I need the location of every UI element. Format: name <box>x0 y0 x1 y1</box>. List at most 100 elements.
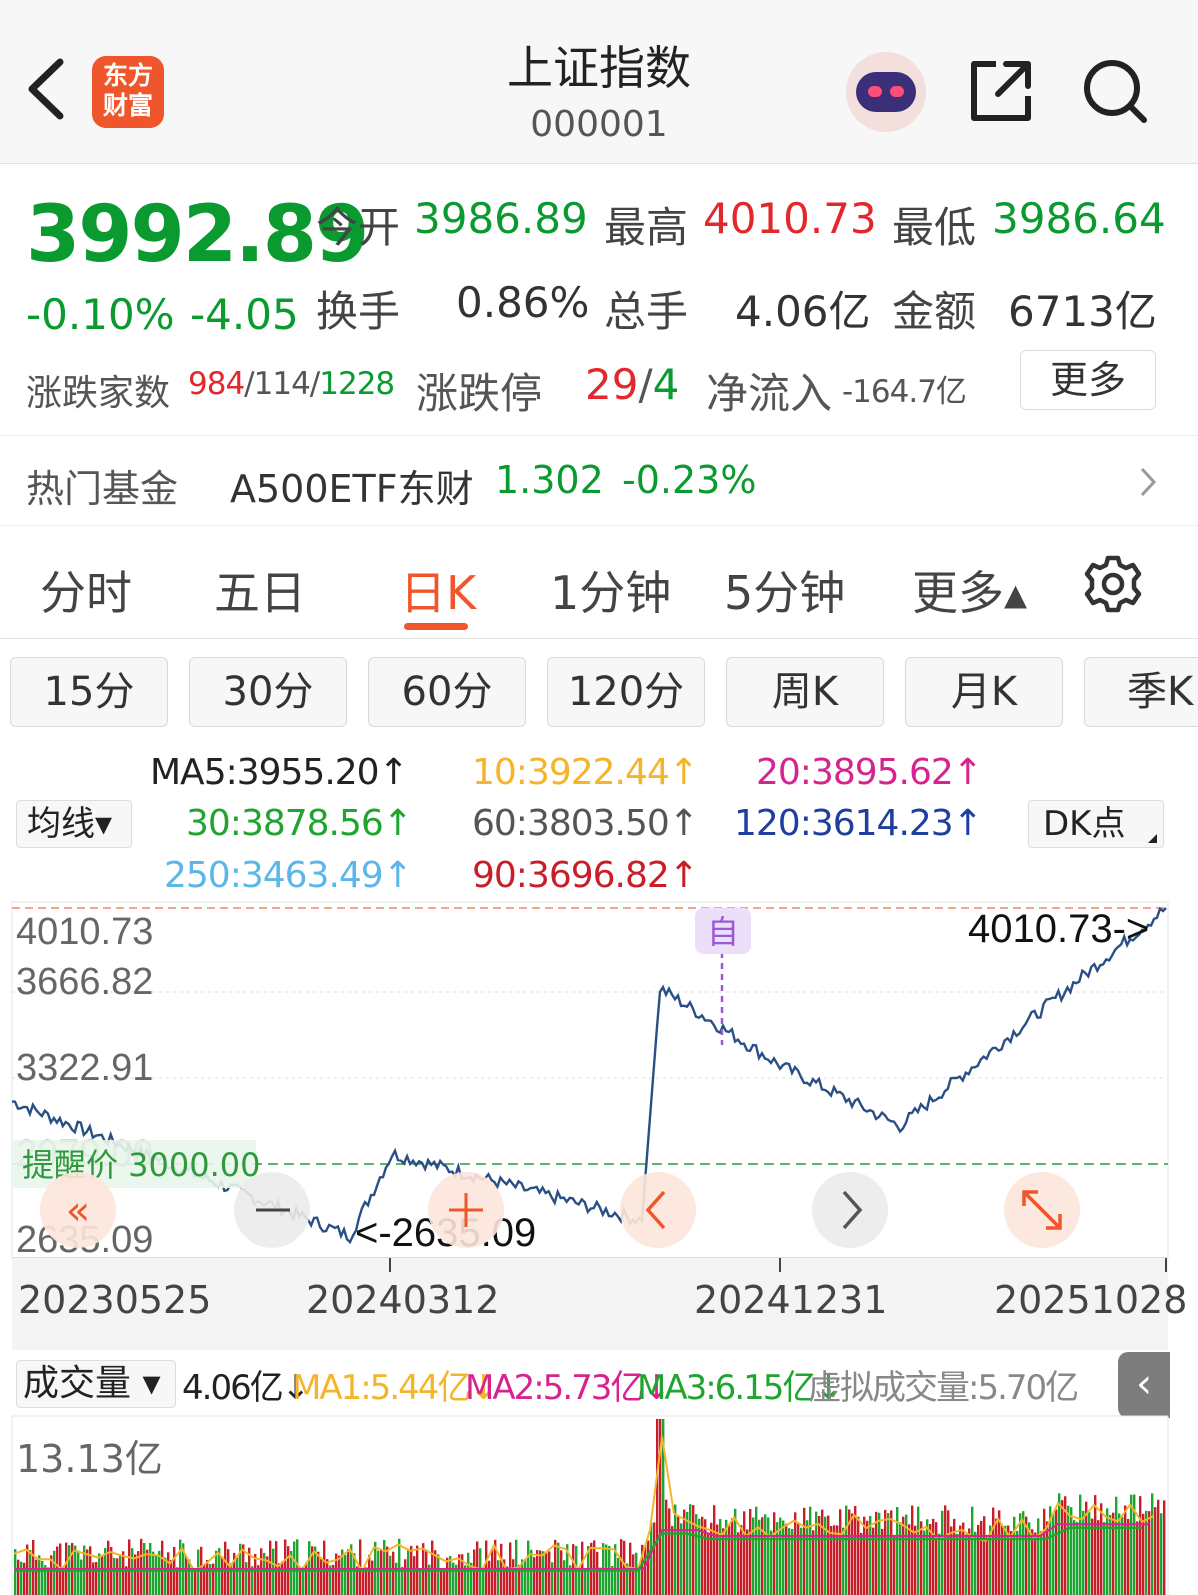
volume-bar <box>377 1550 380 1595</box>
volume-chart[interactable] <box>0 1414 1198 1595</box>
breadth-sep1: / <box>244 366 255 402</box>
volume-bar <box>119 1554 122 1595</box>
volume-bar <box>53 1550 56 1595</box>
y-label-2: 3666.82 <box>16 961 153 1003</box>
scroll-right-button[interactable] <box>812 1172 888 1248</box>
robot-eye-left <box>868 86 882 97</box>
zoom-out-button[interactable] <box>234 1172 310 1248</box>
high-marker-label: 4010.73-> <box>968 907 1149 951</box>
tab-1min[interactable]: 1分钟 <box>550 557 671 623</box>
dk-label: DK点 <box>1043 804 1126 844</box>
high-value: 4010.73 <box>703 194 877 243</box>
tab-daily-k[interactable]: 日K <box>400 557 476 623</box>
volume-bar <box>1094 1495 1097 1595</box>
date-label-3: 20241231 <box>694 1278 888 1322</box>
tab-more[interactable]: 更多▴ <box>912 557 1027 623</box>
breadth-label: 涨跌家数 <box>26 373 171 414</box>
volume-bar <box>917 1506 920 1595</box>
volume-bar <box>965 1534 968 1595</box>
volume-bar <box>221 1556 224 1595</box>
tab-5min[interactable]: 5分钟 <box>724 557 845 623</box>
tab-minute[interactable]: 分时 <box>40 557 132 623</box>
period-60min[interactable]: 60分 <box>368 657 526 727</box>
volume-bar <box>1076 1521 1079 1595</box>
volume-bar <box>1061 1500 1064 1595</box>
volume-bar <box>689 1504 692 1595</box>
volume-bar <box>338 1555 341 1595</box>
fullscreen-button[interactable] <box>1004 1172 1080 1248</box>
period-120min[interactable]: 120分 <box>547 657 705 727</box>
volume-bar <box>671 1526 674 1595</box>
volume-bar <box>1040 1530 1043 1595</box>
scroll-left-fast-button[interactable]: « <box>40 1172 116 1248</box>
volume-bar <box>536 1550 539 1595</box>
volume-bar <box>185 1555 188 1595</box>
volume-bar <box>650 1522 653 1595</box>
tab-five-day[interactable]: 五日 <box>214 557 306 623</box>
volume-bar <box>1055 1509 1058 1595</box>
volume-bar <box>17 1559 20 1595</box>
ma60-value: 60:3803.50↑ <box>472 803 699 844</box>
share-button[interactable] <box>968 58 1034 124</box>
open-value: 3986.89 <box>414 194 588 243</box>
volume-bar <box>236 1557 239 1595</box>
assistant-robot-icon[interactable] <box>846 52 926 132</box>
volume-bar <box>260 1548 263 1595</box>
turnover-label: 换手 <box>316 287 401 336</box>
volume-bar <box>644 1545 647 1595</box>
volume-bar <box>197 1549 200 1595</box>
volume-bar <box>800 1527 803 1595</box>
volume-bar <box>35 1559 38 1595</box>
volume-bar <box>707 1532 710 1595</box>
volume-bar <box>116 1558 119 1595</box>
volume-bar <box>1067 1505 1070 1595</box>
period-weekly[interactable]: 周K <box>726 657 884 727</box>
volume-bar <box>1139 1496 1142 1595</box>
volume-bar <box>878 1512 881 1595</box>
breadth-flat: 114 <box>253 366 311 402</box>
volume-bar <box>539 1550 542 1595</box>
volume-bar <box>803 1507 806 1595</box>
period-30min[interactable]: 30分 <box>189 657 347 727</box>
volume-bar <box>128 1539 131 1595</box>
volume-bar <box>713 1505 716 1595</box>
volume-bar <box>491 1548 494 1595</box>
volume-bar <box>452 1562 455 1595</box>
volume-bar <box>980 1520 983 1595</box>
volume-bar <box>404 1559 407 1595</box>
volume-bar <box>194 1568 197 1595</box>
volume-bar <box>962 1522 965 1595</box>
volume-bar <box>1058 1493 1061 1595</box>
volume-bar <box>20 1561 23 1595</box>
period-quarterly[interactable]: 季K <box>1084 657 1198 727</box>
volume-bar <box>920 1521 923 1595</box>
volume-bar <box>599 1567 602 1595</box>
volume-indicator-select[interactable]: 成交量 ▾ <box>16 1360 176 1408</box>
more-button[interactable]: 更多 <box>1020 350 1156 410</box>
period-monthly[interactable]: 月K <box>905 657 1063 727</box>
dk-point-button[interactable]: DK点 <box>1028 800 1164 848</box>
volume-bar <box>161 1540 164 1595</box>
volume-bar <box>317 1551 320 1595</box>
volume-bar <box>875 1511 878 1595</box>
volume-bar <box>443 1567 446 1595</box>
settings-button[interactable] <box>1084 555 1142 613</box>
search-button[interactable] <box>1082 58 1148 124</box>
scroll-left-button[interactable] <box>620 1172 696 1248</box>
volume-bar <box>854 1505 857 1595</box>
volume-bar <box>371 1560 374 1595</box>
date-label-4: 20251028 <box>994 1278 1188 1322</box>
zoom-in-button[interactable] <box>428 1172 504 1248</box>
volume-bar <box>131 1548 134 1595</box>
volume-bar <box>896 1507 899 1595</box>
volume-bar <box>530 1549 533 1595</box>
volume-bar <box>29 1550 32 1595</box>
hot-fund-row[interactable]: 热门基金 A500ETF东财 1.302 -0.23% <box>0 436 1198 526</box>
volume-bar <box>623 1540 626 1595</box>
collapse-panel-button[interactable]: ‹ <box>1118 1352 1170 1418</box>
search-icon <box>1084 60 1147 123</box>
volume-bar <box>560 1550 563 1595</box>
period-15min[interactable]: 15分 <box>10 657 168 727</box>
ma-select-button[interactable]: 均线▾ <box>16 800 132 848</box>
volume-bar <box>122 1551 125 1595</box>
